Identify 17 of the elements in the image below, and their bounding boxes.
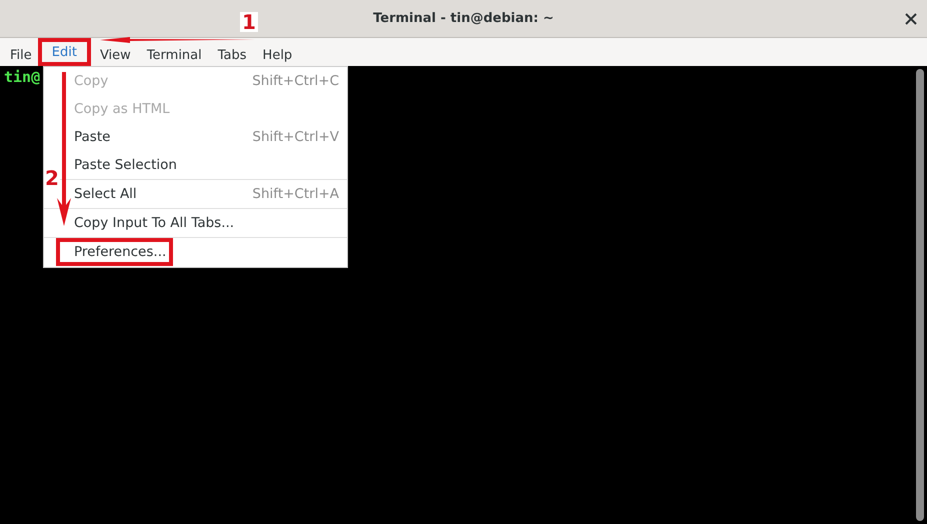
menu-item[interactable]: Paste Shift+Ctrl+V (74, 123, 347, 151)
step-number: 1 (240, 12, 258, 32)
menu-bar-item[interactable]: Edit (38, 38, 91, 66)
menu-item[interactable]: Preferences... (56, 238, 173, 266)
terminal-prompt: tin@ (4, 68, 40, 86)
menu-bar-item[interactable]: Help (256, 45, 300, 65)
menu-bar-item[interactable]: View (92, 45, 138, 65)
step-number: 2 (44, 168, 60, 188)
close-icon[interactable] (905, 13, 917, 25)
menu-item[interactable]: Select All Shift+Ctrl+A (74, 180, 347, 208)
window-title: Terminal - tin@debian: ~ (373, 11, 554, 26)
menu-bar-item[interactable]: File (3, 45, 39, 65)
menu-bar-item[interactable]: Terminal (140, 45, 209, 65)
menu-item[interactable]: Copy Input To All Tabs... (74, 209, 347, 237)
menu-bar-item[interactable]: Tabs (210, 45, 254, 65)
menu-item[interactable]: Paste Selection (74, 151, 347, 179)
scrollbar[interactable] (916, 69, 924, 521)
